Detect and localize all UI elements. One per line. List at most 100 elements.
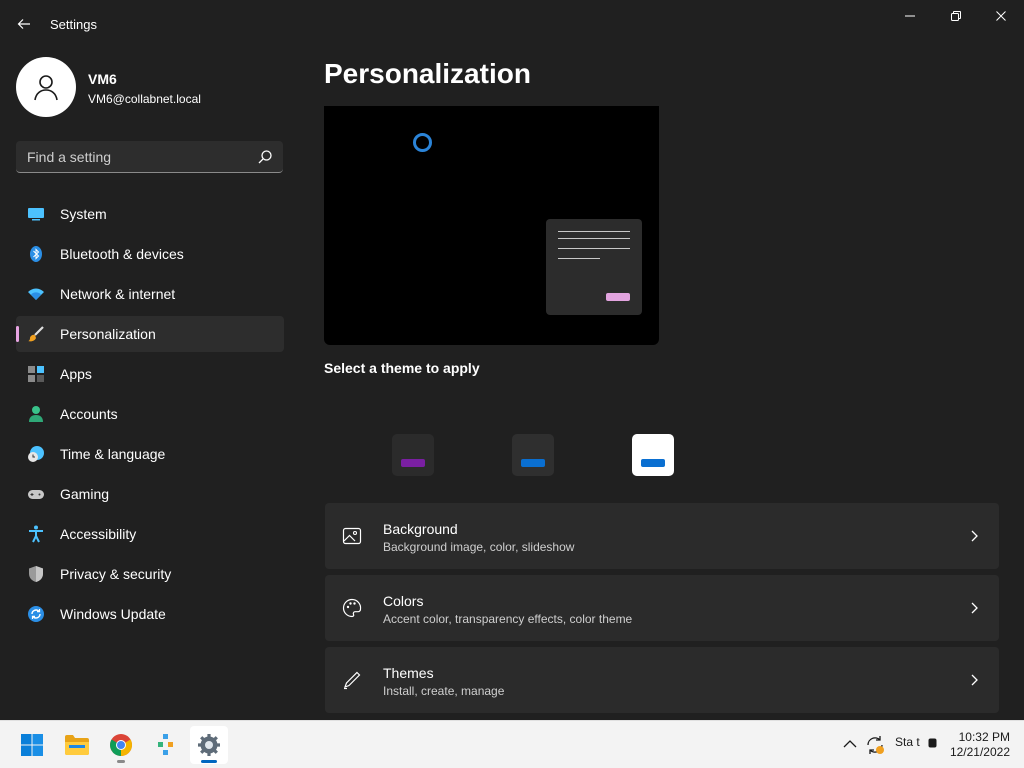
loading-ring-icon (413, 133, 432, 152)
pen-icon (343, 671, 361, 690)
sidebar-item-windows-update[interactable]: Windows Update (16, 596, 284, 632)
gear-icon (198, 734, 220, 756)
sidebar-item-label: Bluetooth & devices (60, 246, 184, 262)
back-arrow-icon (17, 19, 30, 29)
preview-accent-button (606, 293, 630, 301)
sidebar-nav: System Bluetooth & devices Network & int… (16, 196, 284, 636)
taskbar-clock[interactable]: 10:32 PM 12/21/2022 (940, 730, 1010, 760)
profile-name: VM6 (88, 71, 117, 87)
card-title: Colors (383, 593, 424, 609)
sidebar-item-gaming[interactable]: Gaming (16, 476, 284, 512)
theme-accent-bar (521, 459, 545, 467)
minimize-button[interactable] (887, 0, 933, 32)
chevron-right-icon (971, 602, 978, 614)
preview-line (558, 258, 600, 259)
card-subtitle: Background image, color, slideshow (383, 540, 575, 554)
apps-icon (27, 365, 45, 383)
background-setting-card[interactable]: Background Background image, color, slid… (325, 503, 999, 569)
sidebar-item-accessibility[interactable]: Accessibility (16, 516, 284, 552)
update-icon (27, 605, 45, 623)
file-explorer-button[interactable] (58, 726, 96, 764)
close-icon (996, 11, 1006, 21)
sidebar-item-privacy-security[interactable]: Privacy & security (16, 556, 284, 592)
search-icon[interactable] (257, 149, 273, 165)
preview-sample-window (546, 219, 642, 315)
sidebar-item-bluetooth[interactable]: Bluetooth & devices (16, 236, 284, 272)
search-input[interactable] (16, 141, 251, 172)
preview-line (558, 231, 630, 232)
card-subtitle: Install, create, manage (383, 684, 505, 698)
preview-line (558, 248, 630, 249)
wifi-icon (27, 285, 45, 303)
chrome-button[interactable] (102, 726, 140, 764)
sidebar-item-label: Accessibility (60, 526, 137, 542)
system-icon (27, 205, 45, 223)
paintbrush-icon (27, 325, 45, 343)
card-title: Background (383, 521, 458, 537)
minimize-icon (905, 15, 915, 17)
sidebar-item-label: Personalization (60, 326, 156, 342)
gamepad-icon (27, 485, 45, 503)
sidebar-item-label: Network & internet (60, 286, 176, 302)
accessibility-icon (27, 525, 45, 543)
tray-status-icon[interactable] (928, 738, 937, 748)
network-app-button[interactable] (146, 726, 184, 764)
sidebar-item-label: Gaming (60, 486, 110, 502)
person-icon (27, 405, 45, 423)
theme-accent-bar (641, 459, 665, 467)
chevron-up-icon[interactable] (843, 739, 857, 749)
clock-globe-icon (27, 445, 45, 463)
window-title: Settings (50, 17, 97, 32)
sidebar-item-label: Windows Update (60, 606, 166, 622)
sidebar-item-apps[interactable]: Apps (16, 356, 284, 392)
card-title: Themes (383, 665, 434, 681)
windows-logo-icon (21, 734, 43, 756)
sidebar-item-label: Privacy & security (60, 566, 172, 582)
sidebar-item-system[interactable]: System (16, 196, 284, 232)
preview-line (558, 238, 630, 239)
sidebar-item-label: Accounts (60, 406, 118, 422)
taskbar: Sta t 10:32 PM 12/21/2022 (0, 720, 1024, 768)
sidebar-item-time-language[interactable]: Time & language (16, 436, 284, 472)
active-app-indicator (201, 760, 217, 763)
colors-setting-card[interactable]: Colors Accent color, transparency effect… (325, 575, 999, 641)
theme-section-label: Select a theme to apply (324, 360, 480, 376)
bluetooth-icon (27, 245, 45, 263)
back-button[interactable] (10, 10, 38, 38)
start-button[interactable] (13, 726, 51, 764)
card-subtitle: Accent color, transparency effects, colo… (383, 612, 633, 626)
sidebar-item-label: System (60, 206, 107, 222)
theme-preview (324, 106, 659, 345)
title-bar: Settings (0, 0, 1024, 48)
sidebar-item-label: Apps (60, 366, 92, 382)
active-indicator (16, 326, 19, 342)
settings-taskbar-button[interactable] (190, 726, 228, 764)
running-indicator (117, 760, 125, 763)
theme-option-dark-purple[interactable] (392, 434, 434, 476)
clock-date: 12/21/2022 (949, 745, 1010, 759)
search-box (16, 141, 283, 173)
network-app-icon (158, 734, 173, 755)
image-icon (342, 527, 362, 545)
themes-setting-card[interactable]: Themes Install, create, manage (325, 647, 999, 713)
restore-button[interactable] (933, 0, 979, 32)
sidebar-item-personalization[interactable]: Personalization (16, 316, 284, 352)
theme-option-dark-blue[interactable] (512, 434, 554, 476)
profile-email: VM6@collabnet.local (88, 92, 201, 106)
shield-icon (27, 565, 45, 583)
avatar (16, 57, 76, 117)
user-profile[interactable]: VM6 VM6@collabnet.local (16, 57, 286, 117)
close-button[interactable] (978, 0, 1024, 32)
sync-warning-icon[interactable] (865, 735, 885, 755)
user-avatar-icon (34, 75, 58, 101)
folder-icon (65, 735, 89, 755)
restore-icon (951, 11, 961, 21)
chevron-right-icon (971, 530, 978, 542)
page-title: Personalization (324, 58, 531, 89)
sidebar-item-accounts[interactable]: Accounts (16, 396, 284, 432)
chrome-icon (110, 734, 132, 756)
tray-status-text: Sta t (895, 735, 920, 749)
theme-option-light-blue[interactable] (632, 434, 674, 476)
palette-icon (342, 598, 362, 618)
sidebar-item-network[interactable]: Network & internet (16, 276, 284, 312)
